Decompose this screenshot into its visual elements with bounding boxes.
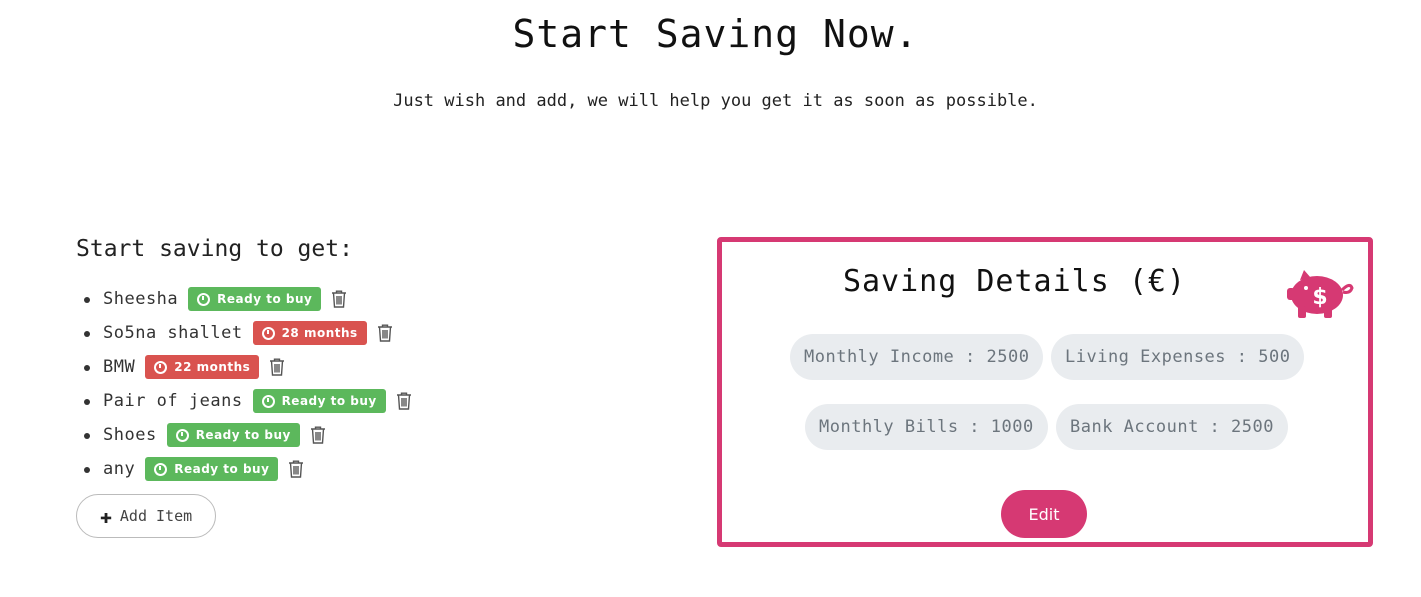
status-badge: 28 months — [252, 321, 367, 345]
list-item: Pair of jeans Ready to buy — [84, 384, 636, 418]
edit-button[interactable]: Edit — [1001, 490, 1087, 538]
trash-icon[interactable] — [377, 324, 393, 342]
saving-details-title: Saving Details (€) — [842, 264, 1187, 299]
trash-icon[interactable] — [396, 392, 412, 410]
status-badge: Ready to buy — [252, 389, 386, 413]
status-text: Ready to buy — [195, 428, 291, 442]
monthly-bills-pill: Monthly Bills : 1000 — [805, 404, 1048, 450]
item-name: Sheesha — [103, 289, 179, 309]
status-text: Ready to buy — [281, 394, 377, 408]
plus-icon: ✚ — [99, 504, 112, 528]
item-name: Pair of jeans — [103, 391, 243, 411]
status-badge: Ready to buy — [188, 287, 322, 311]
trash-icon[interactable] — [269, 358, 285, 376]
wishlist: Sheesha Ready to buy So5na shallet 28 mo… — [76, 282, 636, 486]
clock-icon — [261, 394, 275, 408]
status-text: 28 months — [281, 326, 358, 340]
bank-account-pill: Bank Account : 2500 — [1056, 404, 1288, 450]
status-badge: Ready to buy — [145, 457, 279, 481]
item-name: So5na shallet — [103, 323, 243, 343]
piggy-bank-icon: $ — [1287, 270, 1354, 318]
page-title: Start Saving Now. — [512, 12, 919, 56]
list-item: Shoes Ready to buy — [84, 418, 636, 452]
svg-text:$: $ — [1312, 285, 1327, 310]
trash-icon[interactable] — [288, 460, 304, 478]
list-item: Sheesha Ready to buy — [84, 282, 636, 316]
item-name: BMW — [103, 357, 136, 377]
wishlist-section: Start saving to get: Sheesha Ready to bu… — [76, 236, 636, 538]
trash-icon[interactable] — [331, 290, 347, 308]
page-subtitle: Just wish and add, we will help you get … — [393, 91, 1038, 111]
status-badge: Ready to buy — [166, 423, 300, 447]
status-text: Ready to buy — [217, 292, 313, 306]
list-item: BMW 22 months — [84, 350, 636, 384]
list-item: So5na shallet 28 months — [84, 316, 636, 350]
add-item-label: Add Item — [119, 507, 193, 525]
item-name: any — [103, 459, 136, 479]
list-item: any Ready to buy — [84, 452, 636, 486]
saving-details-card: Saving Details (€) $ Monthly Income : 25… — [717, 237, 1373, 547]
status-text: Ready to buy — [174, 462, 270, 476]
trash-icon[interactable] — [310, 426, 326, 444]
clock-icon — [154, 462, 168, 476]
monthly-income-pill: Monthly Income : 2500 — [790, 334, 1044, 380]
clock-icon — [154, 360, 168, 374]
item-name: Shoes — [103, 425, 157, 445]
living-expenses-pill: Living Expenses : 500 — [1051, 334, 1305, 380]
wishlist-heading: Start saving to get: — [76, 236, 353, 262]
clock-icon — [261, 326, 275, 340]
status-text: 22 months — [174, 360, 251, 374]
status-badge: 22 months — [145, 355, 260, 379]
add-item-button[interactable]: ✚ Add Item — [76, 494, 216, 538]
clock-icon — [175, 428, 189, 442]
clock-icon — [197, 292, 211, 306]
